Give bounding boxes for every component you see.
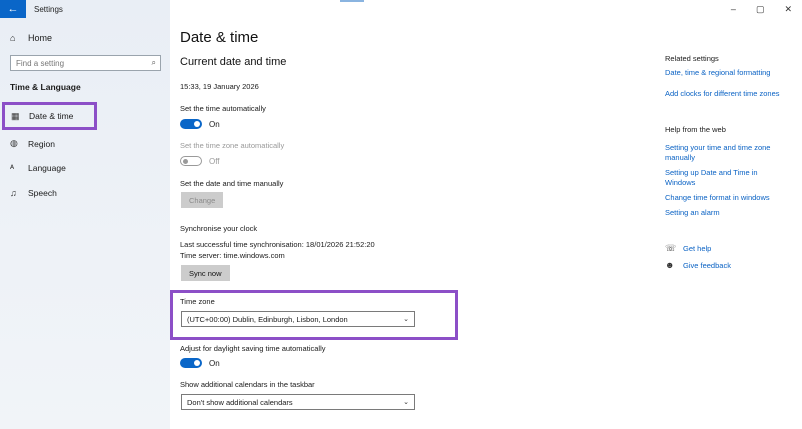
sidebar-item-label: Date & time [29,111,74,121]
manual-time-label: Set the date and time manually [180,179,284,188]
calendars-value: Don't show additional calendars [187,397,293,407]
change-button[interactable]: Change [181,192,224,208]
timezone-value: (UTC+00:00) Dublin, Edinburgh, Lisbon, L… [187,314,348,324]
feedback-icon: ☻ [665,260,675,270]
dst-toggle[interactable]: On [180,358,220,368]
title-bar-left: ← Settings [0,0,170,18]
sidebar-item-label: Language [28,163,66,173]
give-feedback-link[interactable]: ☻ Give feedback [665,260,731,270]
current-date-value: 15:33, 19 January 2026 [180,82,259,91]
search-input[interactable] [16,58,136,68]
give-feedback-label: Give feedback [683,260,731,270]
chevron-down-icon: ⌄ [403,316,409,323]
auto-time-toggle[interactable]: On [180,119,220,129]
calendars-select[interactable]: Don't show additional calendars ⌄ [181,394,415,410]
link-add-clocks[interactable]: Add clocks for different time zones [665,89,785,99]
toggle-switch-on[interactable] [180,358,202,368]
help-title: Help from the web [665,125,726,134]
search-icon[interactable]: ⌕ [152,58,156,68]
timezone-label: Time zone [180,297,215,306]
app-title: Settings [34,4,63,14]
link-help-time-format[interactable]: Change time format in windows [665,193,785,203]
chevron-down-icon: ⌄ [403,399,409,406]
sidebar-item-label: Region [28,138,55,149]
sidebar-item-language[interactable]: ᴬ Language [10,163,66,173]
link-help-time-zone[interactable]: Setting your time and time zone manually [665,143,785,163]
link-regional-formatting[interactable]: Date, time & regional formatting [665,68,785,78]
language-icon: ᴬ [10,163,15,173]
toggle-switch-off[interactable] [180,156,202,166]
auto-timezone-toggle[interactable]: Off [180,156,220,166]
globe-icon: ◍ [10,138,18,148]
sidebar-item-label: Speech [28,188,57,198]
sidebar-section-title: Time & Language [10,82,81,92]
page-title: Date & time [180,29,259,46]
calendars-label: Show additional calendars in the taskbar [180,380,315,389]
nav-home[interactable]: ⌂ Home [10,33,52,43]
back-arrow-icon: ← [7,3,19,15]
nav-home-label: Home [28,33,53,43]
auto-timezone-label: Set the time zone automatically [180,141,285,150]
sync-server: Time server: time.windows.com [180,251,285,260]
sidebar-item-date-time[interactable]: ▦ Date & time [2,102,97,130]
auto-time-label: Set the time automatically [180,104,266,113]
get-help-label: Get help [683,244,712,253]
sidebar-item-region[interactable]: ◍ Region [10,138,55,149]
home-icon: ⌂ [10,33,16,43]
back-button[interactable]: ← [0,0,26,18]
related-settings-title: Related settings [665,54,719,63]
dst-label: Adjust for daylight saving time automati… [180,344,326,353]
toggle-state: On [209,119,220,129]
toggle-state: On [209,358,220,368]
sync-heading: Synchronise your clock [180,224,258,233]
sidebar-item-speech[interactable]: ♫ Speech [10,188,57,198]
toggle-switch-on[interactable] [180,119,202,129]
sidebar: ← Settings ⌂ Home ⌕ Time & Language ▦ Da… [0,0,170,429]
toggle-state: Off [209,156,220,166]
search-box[interactable]: ⌕ [10,55,161,71]
link-help-setup[interactable]: Setting up Date and Time in Windows [665,168,785,188]
link-help-alarm[interactable]: Setting an alarm [665,208,785,218]
get-help-link[interactable]: ☏ Get help [665,243,711,254]
main-content: Date & time Current date and time 15:33,… [170,0,802,429]
calendar-clock-icon: ▦ [11,110,20,121]
chat-help-icon: ☏ [665,243,677,253]
sync-last-time: Last successful time synchronisation: 18… [180,240,375,249]
current-date-heading: Current date and time [180,56,287,68]
microphone-icon: ♫ [10,188,17,198]
sync-now-button[interactable]: Sync now [181,265,230,281]
timezone-select[interactable]: (UTC+00:00) Dublin, Edinburgh, Lisbon, L… [181,311,415,327]
